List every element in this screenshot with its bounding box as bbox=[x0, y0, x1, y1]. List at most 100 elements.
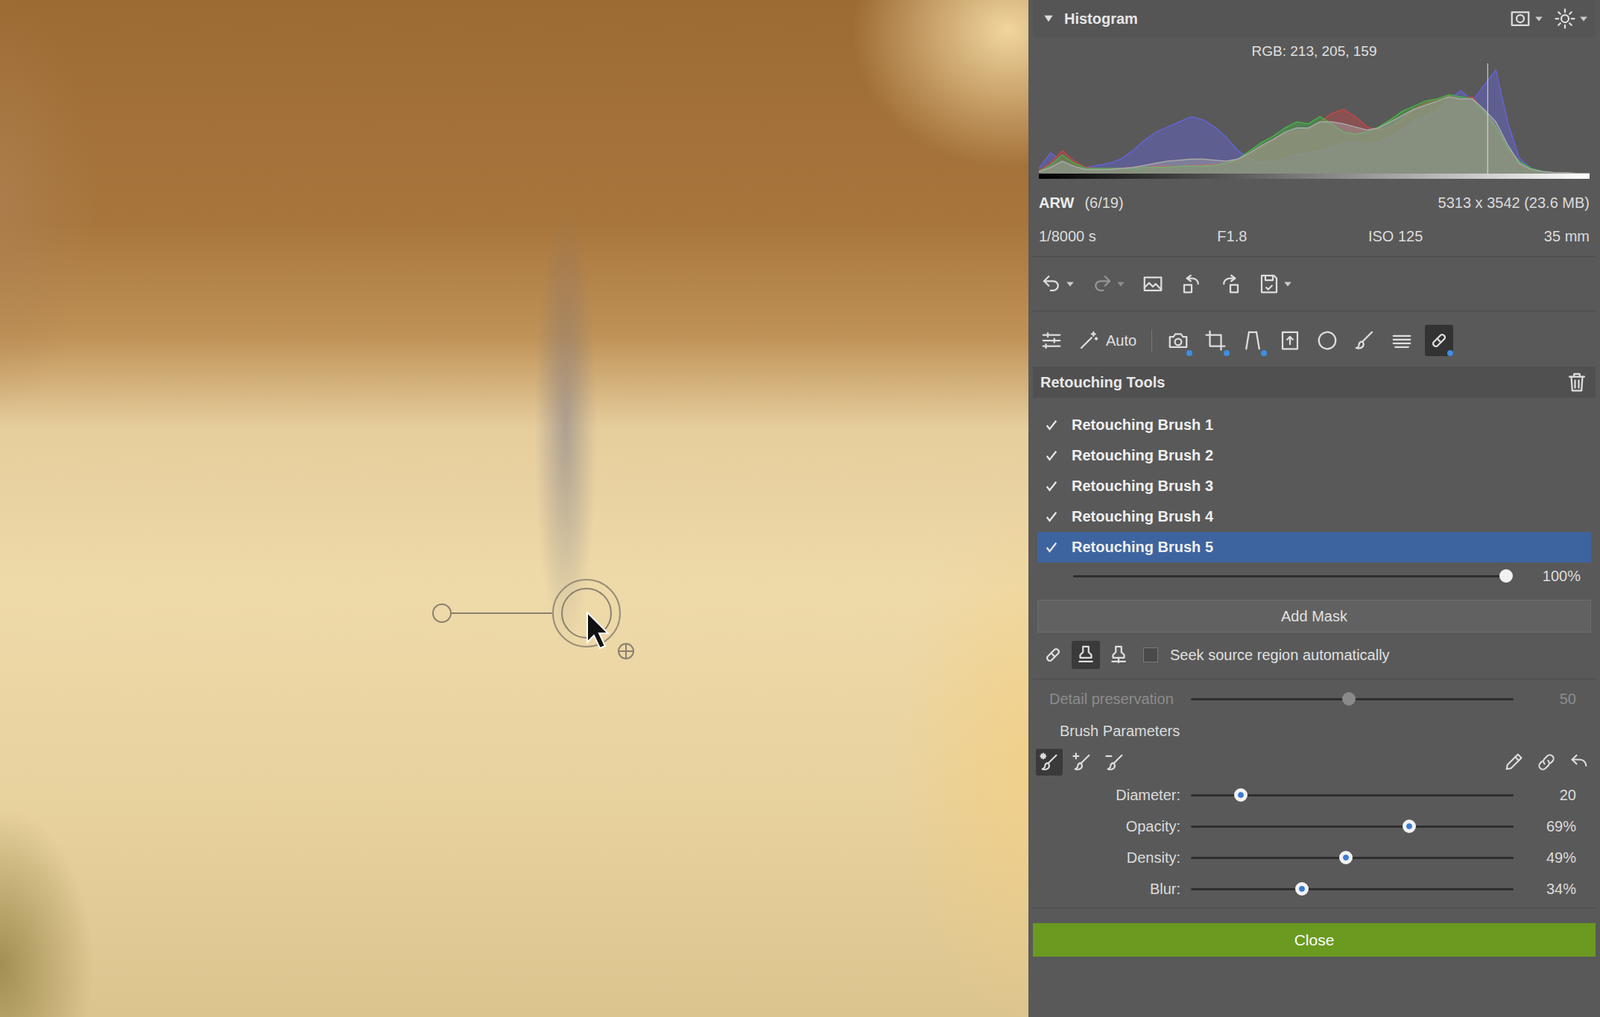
tool-button[interactable] bbox=[1201, 324, 1230, 357]
retouching-header: Retouching Tools bbox=[1032, 366, 1596, 398]
undo-icon[interactable] bbox=[1040, 272, 1063, 296]
seek-label: Seek source region automatically bbox=[1170, 646, 1390, 664]
brush-mode-button[interactable] bbox=[1035, 748, 1063, 776]
link-icon[interactable] bbox=[1535, 751, 1557, 773]
redo-icon[interactable] bbox=[1091, 272, 1114, 296]
trash-icon[interactable] bbox=[1565, 371, 1589, 394]
perspective-icon[interactable] bbox=[1241, 329, 1264, 352]
close-button[interactable]: Close bbox=[1032, 923, 1596, 957]
brush-item[interactable]: Retouching Brush 1 bbox=[1037, 409, 1592, 441]
iso: ISO 125 bbox=[1368, 228, 1423, 246]
histogram-header[interactable]: Histogram bbox=[1032, 0, 1596, 38]
retouch-source-handle[interactable] bbox=[432, 604, 451, 623]
picture-icon[interactable] bbox=[1141, 272, 1165, 296]
dropdown-icon[interactable] bbox=[1283, 279, 1293, 289]
mode-button[interactable] bbox=[1104, 640, 1133, 670]
action-button[interactable] bbox=[1219, 272, 1242, 296]
save-icon[interactable] bbox=[1257, 272, 1281, 296]
tool-button[interactable] bbox=[1424, 324, 1454, 357]
histogram-option[interactable] bbox=[1553, 7, 1589, 30]
brush-mode-button[interactable] bbox=[1068, 748, 1096, 776]
slider-knob[interactable] bbox=[1499, 569, 1513, 583]
action-button[interactable] bbox=[1141, 272, 1165, 296]
brush-checkbox[interactable] bbox=[1043, 539, 1060, 556]
brush-item[interactable]: Retouching Brush 5 bbox=[1037, 532, 1592, 563]
clone-icon[interactable] bbox=[1074, 643, 1097, 667]
pick-icon[interactable] bbox=[1503, 751, 1524, 773]
gradient-icon[interactable] bbox=[1390, 329, 1413, 352]
brush-option-button[interactable] bbox=[1532, 748, 1560, 776]
detail-slider: Detail preservation50 bbox=[1032, 681, 1596, 717]
action-button[interactable] bbox=[1091, 272, 1126, 296]
action-button[interactable] bbox=[1040, 272, 1075, 296]
action-button[interactable] bbox=[1257, 272, 1293, 296]
tool-button[interactable] bbox=[1350, 324, 1379, 357]
sun-icon[interactable] bbox=[1553, 7, 1577, 30]
frame-icon[interactable] bbox=[1278, 329, 1302, 352]
brush-option-button[interactable] bbox=[1565, 748, 1593, 776]
crop-icon[interactable] bbox=[1204, 329, 1227, 352]
brush-checkbox[interactable] bbox=[1043, 447, 1060, 465]
histogram-option[interactable] bbox=[1509, 7, 1544, 30]
brush-label: Retouching Brush 2 bbox=[1071, 447, 1214, 465]
slider-knob[interactable] bbox=[1342, 692, 1356, 706]
slider-knob[interactable] bbox=[1234, 788, 1248, 802]
slider-knob[interactable] bbox=[1402, 819, 1416, 834]
camera-icon[interactable] bbox=[1167, 329, 1190, 352]
add-brush-icon[interactable] bbox=[1071, 751, 1093, 773]
brush-item[interactable]: Retouching Brush 2 bbox=[1037, 440, 1592, 471]
brush-checkbox[interactable] bbox=[1043, 417, 1060, 434]
retouch-icon[interactable] bbox=[1427, 329, 1451, 352]
tool-button[interactable] bbox=[1275, 324, 1305, 357]
slider-knob[interactable] bbox=[1339, 851, 1353, 865]
seek-checkbox[interactable] bbox=[1143, 647, 1159, 663]
add-mask-button[interactable]: Add Mask bbox=[1037, 599, 1592, 633]
toolbar-divider bbox=[1151, 329, 1153, 352]
brush-mode-button[interactable] bbox=[1101, 748, 1129, 776]
slider-track[interactable] bbox=[1190, 857, 1514, 860]
tool-button[interactable] bbox=[1313, 324, 1342, 357]
mask-icon[interactable] bbox=[1509, 7, 1532, 30]
check-icon bbox=[1044, 540, 1059, 556]
sliders-icon[interactable] bbox=[1040, 329, 1063, 352]
slider-track[interactable] bbox=[1190, 888, 1514, 891]
slider-track[interactable] bbox=[1190, 825, 1514, 828]
brush-item[interactable]: Retouching Brush 4 bbox=[1037, 501, 1592, 533]
tool-button[interactable] bbox=[1164, 324, 1193, 357]
mode-button[interactable] bbox=[1038, 640, 1068, 670]
erase-brush-icon[interactable] bbox=[1104, 751, 1126, 773]
dropdown-icon[interactable] bbox=[1534, 14, 1544, 24]
dropdown-icon[interactable] bbox=[1579, 14, 1589, 24]
rotate-right-icon[interactable] bbox=[1219, 272, 1242, 296]
slider-track[interactable] bbox=[1190, 698, 1514, 701]
heal-icon[interactable] bbox=[1041, 643, 1065, 667]
tool-button[interactable]: Auto bbox=[1074, 324, 1140, 357]
slider-track[interactable] bbox=[1073, 575, 1507, 578]
mode-button[interactable] bbox=[1071, 640, 1100, 670]
histogram-reading: RGB: 213, 205, 159 bbox=[1032, 43, 1596, 60]
paint-brush-icon[interactable] bbox=[1038, 751, 1060, 773]
vignette-icon[interactable] bbox=[1316, 329, 1339, 352]
dropdown-icon[interactable] bbox=[1116, 279, 1126, 289]
stamp-icon[interactable] bbox=[1107, 643, 1130, 667]
slider-reading: 20 bbox=[1523, 786, 1577, 805]
collapse-icon[interactable] bbox=[1043, 13, 1054, 24]
rotate-left-icon[interactable] bbox=[1180, 272, 1203, 296]
tool-button[interactable] bbox=[1387, 324, 1416, 357]
tool-button[interactable] bbox=[1037, 324, 1066, 357]
brush-item[interactable]: Retouching Brush 3 bbox=[1037, 470, 1592, 502]
brush-option-button[interactable] bbox=[1500, 748, 1527, 776]
dropdown-icon[interactable] bbox=[1065, 279, 1075, 289]
value-marker bbox=[1487, 63, 1489, 174]
slider-knob[interactable] bbox=[1295, 882, 1309, 896]
brush-icon[interactable] bbox=[1353, 329, 1376, 352]
action-button[interactable] bbox=[1180, 272, 1203, 296]
photo-canvas[interactable] bbox=[0, 0, 1029, 1017]
brush-checkbox[interactable] bbox=[1043, 508, 1060, 526]
reset-icon[interactable] bbox=[1568, 751, 1590, 773]
tool-button[interactable] bbox=[1238, 324, 1267, 357]
parameter-slider: Blur:34% bbox=[1032, 873, 1596, 905]
wand-icon[interactable] bbox=[1077, 329, 1100, 352]
slider-track[interactable] bbox=[1190, 794, 1514, 797]
brush-checkbox[interactable] bbox=[1043, 478, 1060, 495]
